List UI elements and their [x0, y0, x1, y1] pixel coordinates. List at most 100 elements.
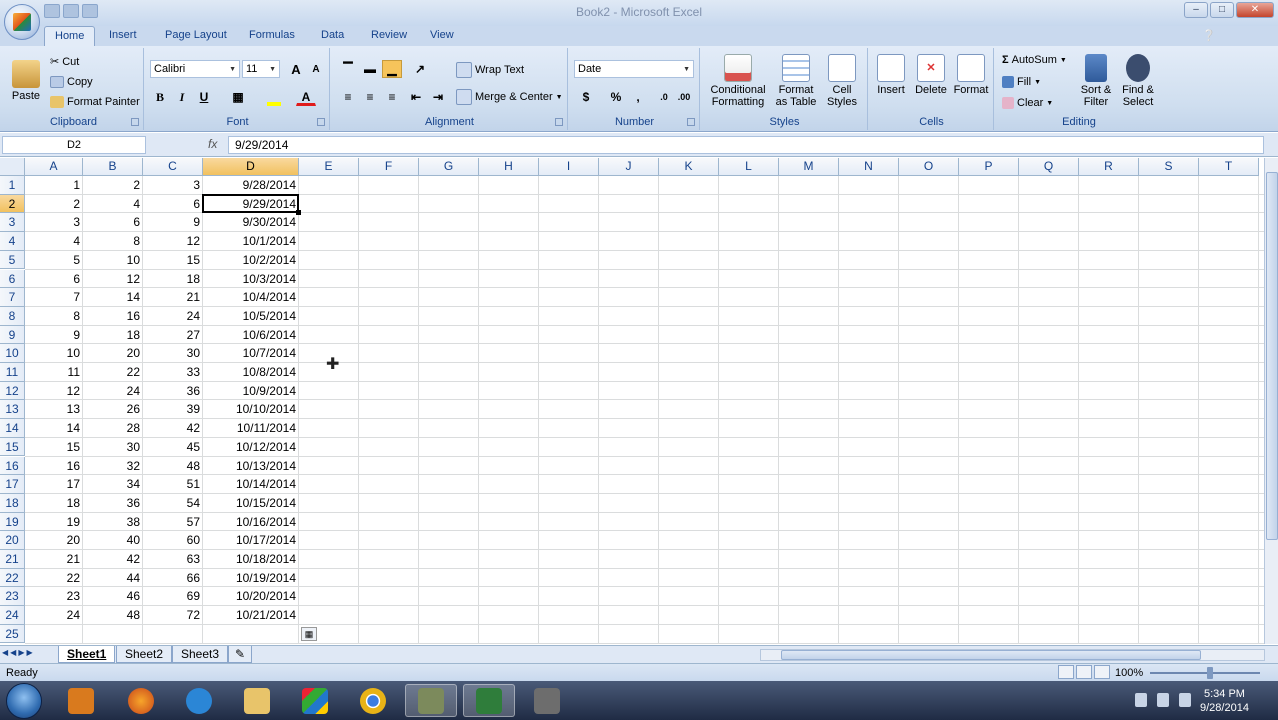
taskbar-explorer[interactable] [231, 684, 283, 717]
column-header-p[interactable]: P [959, 158, 1019, 176]
maximize-button[interactable]: □ [1210, 2, 1234, 18]
row-header[interactable]: 21 [0, 550, 25, 569]
office-button[interactable] [4, 4, 40, 40]
row-header[interactable]: 9 [0, 325, 25, 345]
number-launcher-icon[interactable] [687, 118, 695, 126]
cell-b19[interactable]: 38 [83, 513, 143, 532]
cell-d20[interactable]: 10/17/2014 [203, 531, 299, 550]
cell-styles-button[interactable]: Cell Styles [822, 54, 862, 108]
column-header-r[interactable]: R [1079, 158, 1139, 176]
cell-b18[interactable]: 36 [83, 494, 143, 513]
cell-d4[interactable]: 10/1/2014 [203, 232, 299, 251]
sheet-nav-buttons[interactable]: ◀ ◀ ▶ ▶ [2, 648, 33, 657]
row-header[interactable]: 8 [0, 306, 25, 326]
cell-c1[interactable]: 3 [143, 176, 203, 195]
cell-a3[interactable]: 3 [25, 213, 83, 232]
formula-input[interactable]: 9/29/2014 [228, 136, 1264, 154]
align-top-icon[interactable]: ▔ [338, 60, 358, 78]
cell-c9[interactable]: 27 [143, 326, 203, 345]
cell-b13[interactable]: 26 [83, 400, 143, 419]
align-left-icon[interactable]: ≡ [338, 88, 358, 106]
close-button[interactable]: ✕ [1236, 2, 1274, 18]
cell-b1[interactable]: 2 [83, 176, 143, 195]
cell-c23[interactable]: 69 [143, 587, 203, 606]
cell-b12[interactable]: 24 [83, 382, 143, 401]
currency-button[interactable]: $ [576, 88, 596, 106]
row-header[interactable]: 22 [0, 568, 25, 588]
cell-b7[interactable]: 14 [83, 288, 143, 307]
alignment-launcher-icon[interactable] [555, 118, 563, 126]
cell-a4[interactable]: 4 [25, 232, 83, 251]
cell-c19[interactable]: 57 [143, 513, 203, 532]
align-middle-icon[interactable]: ▬ [360, 60, 380, 78]
column-header-j[interactable]: J [599, 158, 659, 176]
tab-formulas[interactable]: Formulas [249, 29, 295, 41]
decrease-indent-icon[interactable]: ⇤ [406, 88, 426, 106]
italic-button[interactable]: I [172, 88, 192, 106]
cell-a24[interactable]: 24 [25, 606, 83, 625]
select-all-corner[interactable] [0, 158, 25, 176]
align-right-icon[interactable]: ≡ [382, 88, 402, 106]
column-header-m[interactable]: M [779, 158, 839, 176]
cell-a5[interactable]: 5 [25, 251, 83, 270]
row-header[interactable]: 2 [0, 194, 25, 214]
align-bottom-icon[interactable]: ▁ [382, 60, 402, 78]
cell-d5[interactable]: 10/2/2014 [203, 251, 299, 270]
taskbar-media-player[interactable] [55, 684, 107, 717]
row-header[interactable]: 18 [0, 493, 25, 513]
column-header-a[interactable]: A [25, 158, 83, 176]
zoom-slider-knob[interactable] [1207, 667, 1213, 679]
delete-cells-button[interactable]: ✕ Delete [912, 54, 950, 96]
cell-a20[interactable]: 20 [25, 531, 83, 550]
fill-handle[interactable] [296, 210, 301, 216]
row-header[interactable]: 7 [0, 288, 25, 307]
cell-a19[interactable]: 19 [25, 513, 83, 532]
cell-b3[interactable]: 6 [83, 213, 143, 232]
cell-b10[interactable]: 20 [83, 344, 143, 363]
taskbar-firefox[interactable] [115, 684, 167, 717]
volume-icon[interactable] [1179, 693, 1191, 707]
cell-a17[interactable]: 17 [25, 475, 83, 494]
cell-c21[interactable]: 63 [143, 550, 203, 569]
cell-c4[interactable]: 12 [143, 232, 203, 251]
cell-b6[interactable]: 12 [83, 270, 143, 289]
font-size-combo[interactable]: 11 ▼ [242, 60, 280, 78]
column-header-l[interactable]: L [719, 158, 779, 176]
column-header-h[interactable]: H [479, 158, 539, 176]
insert-sheet-icon[interactable]: ✎ [228, 646, 253, 663]
align-center-icon[interactable]: ≡ [360, 88, 380, 106]
cell-c22[interactable]: 66 [143, 569, 203, 588]
copy-button[interactable]: Copy [50, 76, 93, 88]
comma-button[interactable]: , [628, 88, 648, 106]
number-format-combo[interactable]: Date ▼ [574, 60, 694, 78]
row-header[interactable]: 14 [0, 419, 25, 438]
format-painter-button[interactable]: Format Painter [50, 96, 140, 108]
zoom-level[interactable]: 100% [1115, 667, 1143, 679]
column-header-d[interactable]: D [203, 158, 299, 176]
cell-c14[interactable]: 42 [143, 419, 203, 438]
cut-button[interactable]: ✂ Cut [50, 55, 79, 69]
insert-function-button[interactable]: fx [148, 136, 228, 154]
format-as-table-button[interactable]: Format as Table [772, 54, 820, 108]
cell-c17[interactable]: 51 [143, 475, 203, 494]
flag-icon[interactable] [1135, 693, 1147, 707]
worksheet-grid[interactable]: A B C D E F G H I J K L M N O P Q R S T 1 2 3 4 5 6 7 8 9 10 11 12 13 14 1… [0, 158, 1264, 644]
cell-d14[interactable]: 10/11/2014 [203, 419, 299, 438]
cell-d13[interactable]: 10/10/2014 [203, 400, 299, 419]
borders-icon[interactable]: ▦ [228, 88, 248, 106]
autofill-options-icon[interactable]: ▦ [301, 626, 317, 641]
row-header[interactable]: 3 [0, 213, 25, 233]
format-cells-button[interactable]: Format [950, 54, 992, 96]
cell-d19[interactable]: 10/16/2014 [203, 513, 299, 532]
cell-a6[interactable]: 6 [25, 270, 83, 289]
tab-review[interactable]: Review [371, 29, 407, 41]
cell-d12[interactable]: 10/9/2014 [203, 382, 299, 401]
cell-c12[interactable]: 36 [143, 382, 203, 401]
sheet-tab-1[interactable]: Sheet1 [58, 646, 116, 663]
taskbar-windows[interactable] [289, 684, 341, 717]
cell-b5[interactable]: 10 [83, 251, 143, 270]
taskbar-app[interactable] [405, 684, 457, 717]
cell-d24[interactable]: 10/21/2014 [203, 606, 299, 625]
cell-c5[interactable]: 15 [143, 251, 203, 270]
taskbar-internet-explorer[interactable] [173, 684, 225, 717]
